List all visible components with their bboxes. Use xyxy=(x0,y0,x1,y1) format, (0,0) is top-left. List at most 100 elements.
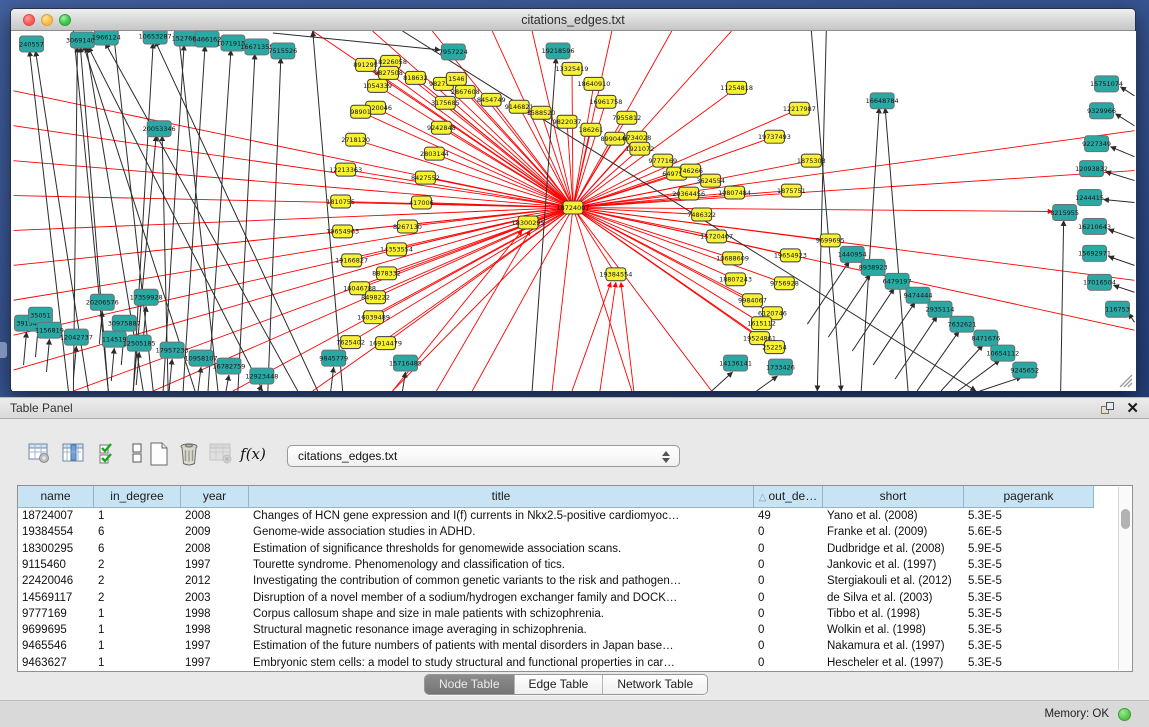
table-cell[interactable]: Estimation of the future numbers of pati… xyxy=(249,638,754,654)
network-node[interactable]: 9329966 xyxy=(1087,103,1116,119)
network-node[interactable]: 1733426 xyxy=(766,359,795,375)
table-cell[interactable]: Hescheler et al. (1997) xyxy=(823,655,964,671)
table-cell[interactable]: 0 xyxy=(754,638,823,654)
column-header-short[interactable]: short xyxy=(823,486,964,508)
network-node[interactable]: 9242848 xyxy=(427,121,456,134)
network-node[interactable]: 14136141 xyxy=(719,355,752,371)
table-cell[interactable]: 6 xyxy=(94,524,181,540)
table-cell[interactable]: Changes of HCN gene expression and I(f) … xyxy=(249,508,754,524)
window-resize-grip[interactable] xyxy=(1117,372,1133,388)
table-cell[interactable]: 9115460 xyxy=(18,557,94,573)
network-node[interactable]: 2935114 xyxy=(926,301,955,317)
network-node[interactable]: 19218596 xyxy=(542,43,575,59)
table-cell[interactable]: Dudbridge et al. (2008) xyxy=(823,541,964,557)
table-row[interactable]: 1830029562008Estimation of significance … xyxy=(18,541,1113,557)
tab-edge-table[interactable]: Edge Table xyxy=(515,675,604,694)
network-node[interactable]: 8471676 xyxy=(971,330,1000,346)
table-cell[interactable]: 9465546 xyxy=(18,638,94,654)
network-node[interactable]: 17016504 xyxy=(1083,274,1116,290)
network-node[interactable]: 12042737 xyxy=(60,329,93,345)
column-header-in_degree[interactable]: in_degree xyxy=(94,486,181,508)
network-node[interactable]: 7632621 xyxy=(948,316,977,332)
table-cell[interactable]: Genome-wide association studies in ADHD. xyxy=(249,524,754,540)
table-cell[interactable]: Franke et al. (2009) xyxy=(823,524,964,540)
network-node[interactable]: 9699695 xyxy=(816,234,845,247)
network-node[interactable]: 7955812 xyxy=(612,111,641,124)
table-cell[interactable]: 9777169 xyxy=(18,606,94,622)
network-node[interactable]: 9245652 xyxy=(1010,362,1039,378)
column-header-pagerank[interactable]: pagerank xyxy=(964,486,1094,508)
network-node[interactable]: 19654923 xyxy=(774,249,807,262)
table-cell[interactable]: Yano et al. (2008) xyxy=(823,508,964,524)
table-cell[interactable]: 0 xyxy=(754,557,823,573)
table-cell[interactable]: 6 xyxy=(94,541,181,557)
network-node[interactable]: 20206576 xyxy=(86,294,119,310)
network-node[interactable]: 12217987 xyxy=(783,102,816,115)
table-row[interactable]: 1938455462009Genome-wide association stu… xyxy=(18,524,1113,540)
network-node[interactable]: 9227349 xyxy=(1082,136,1111,152)
table-cell[interactable]: 0 xyxy=(754,573,823,589)
table-row[interactable]: 969969511998Structural magnetic resonanc… xyxy=(18,622,1113,638)
network-node[interactable]: 11254818 xyxy=(720,81,753,94)
table-cell[interactable]: 2009 xyxy=(181,524,249,540)
network-node[interactable]: 818632 xyxy=(403,71,428,84)
network-node[interactable]: 8267130 xyxy=(393,220,422,233)
table-cell[interactable]: 5.3E-5 xyxy=(964,557,1094,573)
table-cell[interactable]: 22420046 xyxy=(18,573,94,589)
table-cell[interactable]: 5.5E-5 xyxy=(964,573,1094,589)
table-cell[interactable]: 5.3E-5 xyxy=(964,638,1094,654)
table-cell[interactable]: 2 xyxy=(94,590,181,606)
network-node[interactable]: 1588520 xyxy=(527,106,556,119)
create-table-button[interactable] xyxy=(146,441,172,469)
network-node[interactable]: 746266 xyxy=(678,164,703,177)
table-cell[interactable]: 2008 xyxy=(181,541,249,557)
table-cell[interactable]: 1998 xyxy=(181,606,249,622)
network-node[interactable]: 8498222 xyxy=(361,291,390,304)
network-node[interactable]: 12213363 xyxy=(329,163,362,176)
table-cell[interactable]: 1997 xyxy=(181,655,249,671)
network-window[interactable]: citations_edges.txt 18226058891295982750… xyxy=(10,8,1136,391)
show-column-button[interactable] xyxy=(60,441,86,469)
table-cell[interactable]: 1 xyxy=(94,655,181,671)
network-node[interactable]: 9845779 xyxy=(319,350,348,366)
network-node[interactable]: 16210643 xyxy=(1078,218,1111,234)
table-cell[interactable]: 2012 xyxy=(181,573,249,589)
table-cell[interactable]: 1998 xyxy=(181,622,249,638)
network-node[interactable]: 8878332 xyxy=(372,267,401,280)
table-cell[interactable]: 19384554 xyxy=(18,524,94,540)
table-scrollbar[interactable] xyxy=(1118,487,1131,670)
table-row[interactable]: 2242004622012Investigating the contribut… xyxy=(18,573,1113,589)
network-node[interactable]: 1810755 xyxy=(326,195,355,208)
table-row[interactable]: 911546021997Tourette syndrome. Phenomeno… xyxy=(18,557,1113,573)
network-node[interactable]: 1875303 xyxy=(797,154,826,167)
table-cell[interactable]: 5.3E-5 xyxy=(964,590,1094,606)
table-cell[interactable]: Jankovic et al. (1997) xyxy=(823,557,964,573)
network-node[interactable]: 15716485 xyxy=(389,355,422,371)
table-cell[interactable]: 1997 xyxy=(181,638,249,654)
table-row[interactable]: 946362711997Embryonic stem cells: a mode… xyxy=(18,655,1113,671)
table-scrollbar-thumb[interactable] xyxy=(1121,509,1130,529)
panel-collapse-handle[interactable] xyxy=(0,342,7,358)
table-cell[interactable]: 5.3E-5 xyxy=(964,655,1094,671)
function-builder-button[interactable]: f(x) xyxy=(240,441,266,469)
network-node[interactable]: 19654963 xyxy=(326,225,359,238)
float-panel-icon[interactable] xyxy=(1101,402,1115,416)
table-cell[interactable]: 5.6E-5 xyxy=(964,524,1094,540)
network-node[interactable]: 18640910 xyxy=(577,77,610,90)
network-node[interactable]: 15692971 xyxy=(1078,245,1111,261)
table-cell[interactable]: 1 xyxy=(94,606,181,622)
network-node[interactable]: 1615112 xyxy=(747,317,776,330)
table-cell[interactable]: 1997 xyxy=(181,557,249,573)
network-node[interactable]: 8454749 xyxy=(477,93,506,106)
table-cell[interactable]: 0 xyxy=(754,622,823,638)
table-cell[interactable]: 1 xyxy=(94,622,181,638)
table-cell[interactable]: 5.3E-5 xyxy=(964,508,1094,524)
table-row[interactable]: 946554611997Estimation of the future num… xyxy=(18,638,1113,654)
select-all-button[interactable] xyxy=(95,441,121,469)
network-node[interactable]: 18807243 xyxy=(719,273,752,286)
table-row[interactable]: 1872400712008Changes of HCN gene express… xyxy=(18,508,1113,524)
table-cell[interactable]: 0 xyxy=(754,524,823,540)
network-node[interactable]: 2867608 xyxy=(451,85,480,98)
network-node[interactable]: 7515526 xyxy=(268,43,297,59)
network-node[interactable]: 1966124 xyxy=(92,31,121,45)
